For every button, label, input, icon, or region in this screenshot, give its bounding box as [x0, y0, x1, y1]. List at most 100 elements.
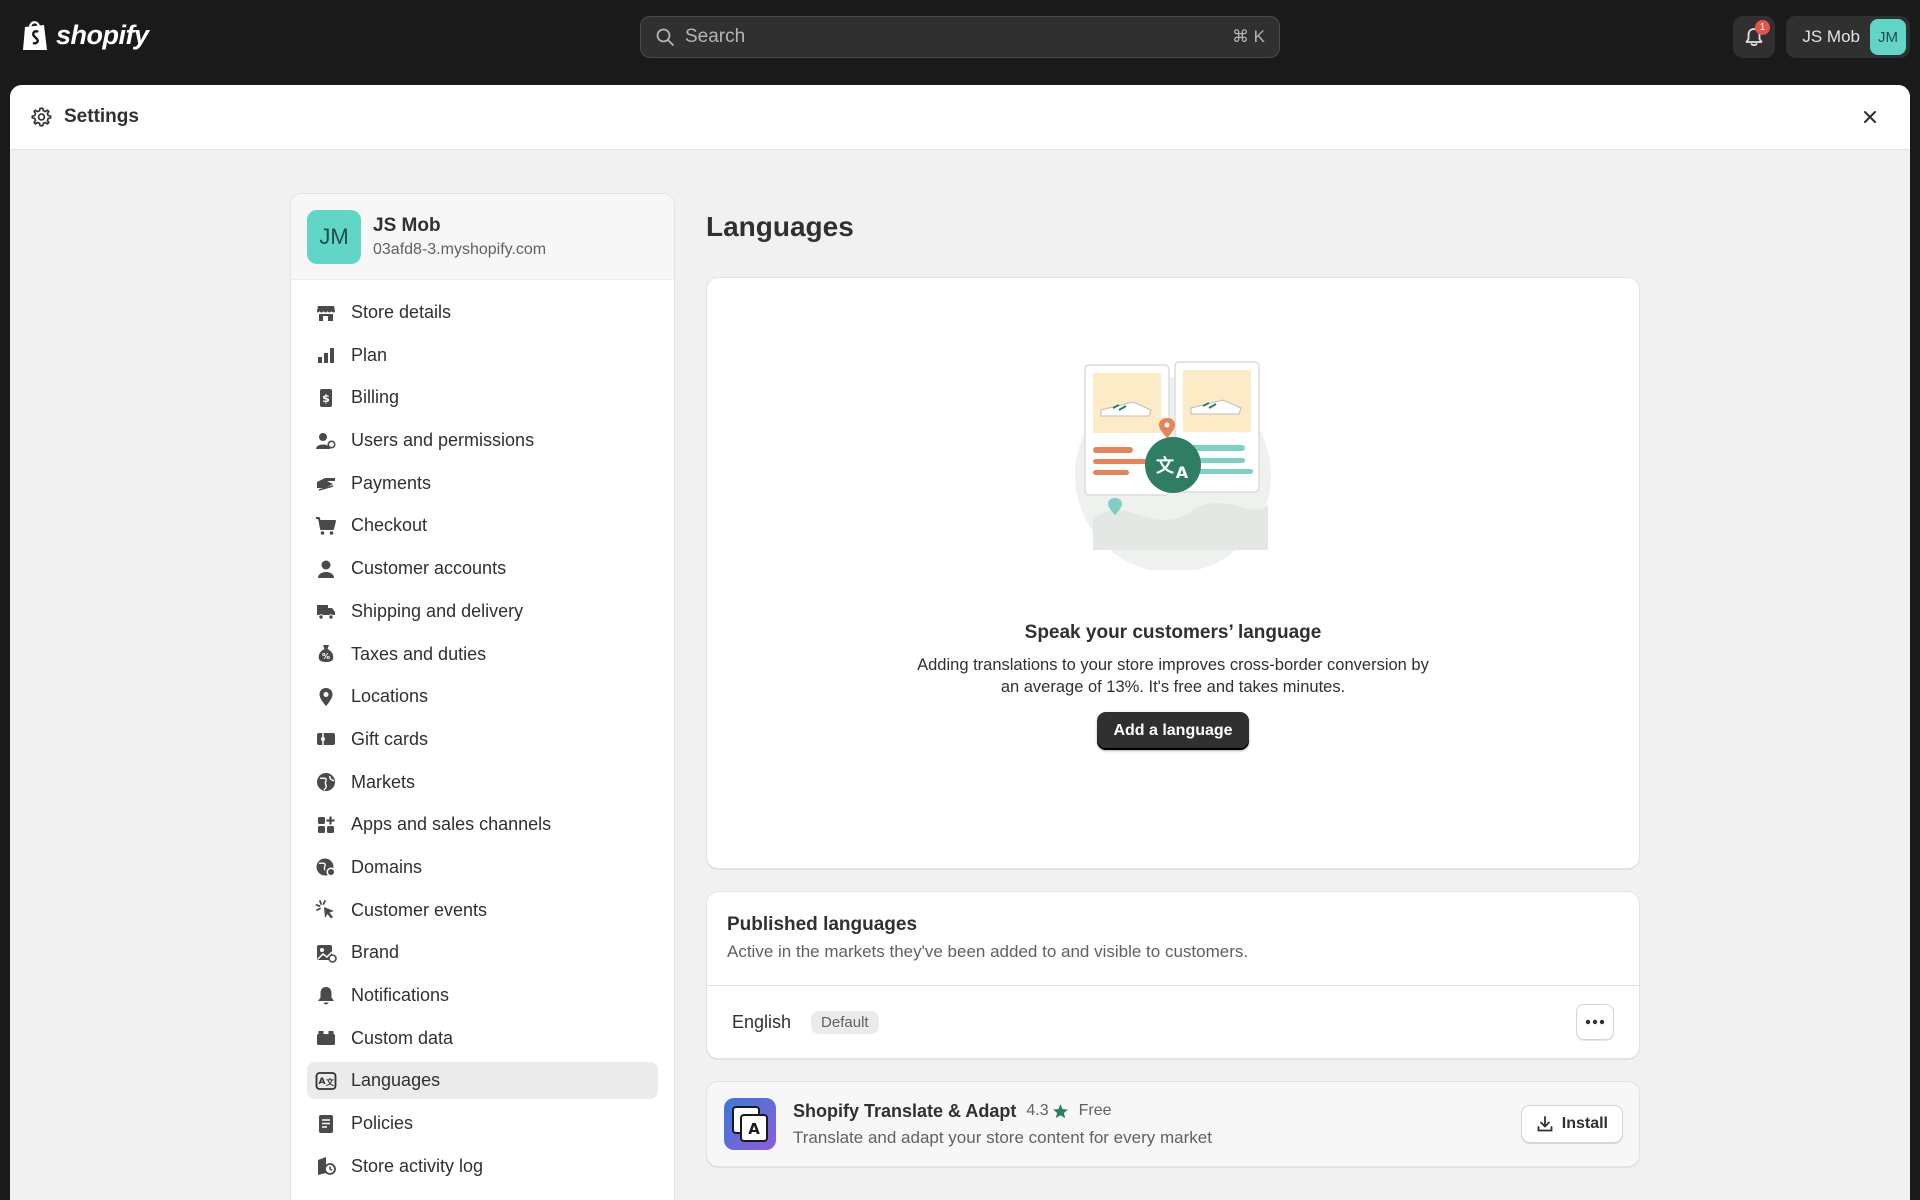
svg-text:$: $ [322, 392, 330, 405]
language-actions-button[interactable] [1576, 1004, 1614, 1040]
app-rating: 4.3 [1026, 1102, 1068, 1120]
language-row: English Default [707, 986, 1639, 1058]
sidebar-item-plan[interactable]: Plan [307, 337, 658, 374]
svg-text:A: A [748, 1120, 760, 1138]
translate-app-card: A Shopify Translate & Adapt 4.3 Free Tra… [706, 1081, 1640, 1167]
svg-text:A: A [1176, 463, 1189, 482]
sidebar-item-billing[interactable]: $ Billing [307, 379, 658, 416]
sidebar-item-customer-events[interactable]: Customer events [307, 892, 658, 929]
sidebar-item-label: Checkout [351, 515, 428, 536]
store-domain: 03afd8-3.myshopify.com [373, 240, 547, 258]
svg-text:A: A [319, 1077, 326, 1087]
add-language-button[interactable]: Add a language [1097, 712, 1249, 750]
sidebar-item-label: Billing [351, 387, 400, 408]
notifications-button[interactable]: 1 [1733, 16, 1775, 58]
install-label: Install [1561, 1115, 1608, 1132]
account-menu-button[interactable]: JS Mob JM [1786, 16, 1910, 58]
payments-icon [317, 478, 335, 492]
tax-icon: % [318, 645, 334, 662]
sidebar-item-label: Customer accounts [351, 558, 507, 579]
domain-globe-icon [316, 858, 336, 877]
gift-card-icon [317, 733, 335, 746]
plan-icon [318, 348, 334, 364]
sidebar-item-store-details[interactable]: Store details [307, 294, 658, 331]
store-icon [317, 305, 335, 321]
translation-illustration: 文 A [1075, 361, 1271, 570]
logo-text: shopify [56, 19, 149, 50]
top-bar: shopify Search ⌘ K 1 JS Mob JM [0, 0, 1920, 75]
svg-text:%: % [322, 652, 330, 661]
close-icon [1864, 111, 1876, 123]
hero-title: Speak your customers’ language [1024, 622, 1322, 643]
policy-icon [319, 1114, 333, 1133]
sidebar-item-markets[interactable]: Markets [307, 764, 658, 801]
activity-log-icon [318, 1157, 336, 1176]
translate-icon: A文 [315, 1071, 337, 1090]
settings-nav: Store details Plan $ Billing Users and p… [291, 280, 674, 1200]
globe-icon [317, 773, 335, 792]
person-icon [318, 560, 334, 578]
bell-icon [318, 986, 334, 1004]
modal-header: Settings [10, 85, 1910, 150]
star-icon [1052, 1103, 1068, 1118]
sidebar-item-policies[interactable]: Policies [307, 1105, 658, 1142]
store-avatar: JM [307, 209, 361, 264]
cursor-click-icon [315, 900, 334, 919]
location-pin-icon [319, 687, 333, 706]
store-header[interactable]: JM JS Mob 03afd8-3.myshopify.com [291, 194, 674, 280]
sidebar-item-label: Markets [351, 771, 416, 792]
app-name[interactable]: Shopify Translate & Adapt [793, 1101, 1016, 1122]
search-icon [656, 28, 674, 46]
sidebar-item-gift-cards[interactable]: Gift cards [307, 721, 658, 758]
sidebar-item-shipping[interactable]: Shipping and delivery [307, 593, 658, 630]
sidebar-item-customer-accounts[interactable]: Customer accounts [307, 550, 658, 587]
truck-icon [317, 605, 335, 621]
sidebar-item-custom-data[interactable]: Custom data [307, 1020, 658, 1057]
sidebar-item-users[interactable]: Users and permissions [307, 422, 658, 459]
app-description: Translate and adapt your store content f… [793, 1127, 1212, 1147]
more-horizontal-icon [1585, 1019, 1605, 1025]
avatar: JM [1870, 19, 1906, 55]
sidebar-item-taxes[interactable]: % Taxes and duties [307, 636, 658, 673]
search-placeholder: Search [685, 26, 746, 47]
sidebar-item-label: Custom data [351, 1027, 454, 1048]
apps-icon [318, 816, 335, 833]
billing-icon: $ [320, 388, 332, 407]
shopify-logo[interactable]: shopify [20, 18, 149, 52]
published-languages-title: Published languages [727, 914, 918, 935]
modal-title: Settings [64, 106, 139, 127]
search-bar[interactable]: Search ⌘ K [640, 16, 1280, 58]
search-shortcut: ⌘ K [1231, 27, 1265, 46]
app-rating-value: 4.3 [1026, 1102, 1049, 1119]
install-button[interactable]: Install [1520, 1105, 1623, 1143]
sidebar-item-label: Customer events [351, 899, 488, 920]
sidebar-item-payments[interactable]: Payments [307, 465, 658, 502]
database-icon [317, 1031, 335, 1046]
users-icon [316, 432, 336, 449]
sidebar-item-label: Plan [351, 344, 388, 365]
download-icon [1537, 1116, 1553, 1132]
settings-modal: Settings JM JS Mob 03afd8-3.myshopify.co… [10, 85, 1910, 1200]
language-name: English [732, 1011, 792, 1032]
sidebar-item-locations[interactable]: Locations [307, 678, 658, 715]
sidebar-item-label: Brand [351, 942, 400, 963]
app-price: Free [1078, 1102, 1112, 1119]
sidebar-item-checkout[interactable]: Checkout [307, 507, 658, 544]
sidebar-item-notifications[interactable]: Notifications [307, 977, 658, 1014]
account-name: JS Mob [1802, 27, 1860, 46]
published-languages-card: Published languages Active in the market… [706, 891, 1640, 1059]
sidebar-item-brand[interactable]: Brand [307, 934, 658, 971]
sidebar-item-label: Policies [351, 1113, 414, 1134]
svg-text:文: 文 [1156, 455, 1175, 477]
sidebar-item-label: Shipping and delivery [351, 600, 524, 621]
sidebar-item-label: Payments [351, 472, 432, 493]
store-name: JS Mob [373, 214, 441, 236]
sidebar-item-apps[interactable]: Apps and sales channels [307, 806, 658, 843]
sidebar-item-languages[interactable]: A文 Languages [307, 1062, 658, 1100]
shopify-bag-icon [23, 21, 47, 50]
sidebar-item-label: Taxes and duties [351, 643, 487, 664]
sidebar-item-activity-log[interactable]: Store activity log [307, 1148, 658, 1185]
page-title: Languages [706, 211, 854, 242]
close-button[interactable] [1854, 101, 1886, 133]
sidebar-item-domains[interactable]: Domains [307, 849, 658, 886]
